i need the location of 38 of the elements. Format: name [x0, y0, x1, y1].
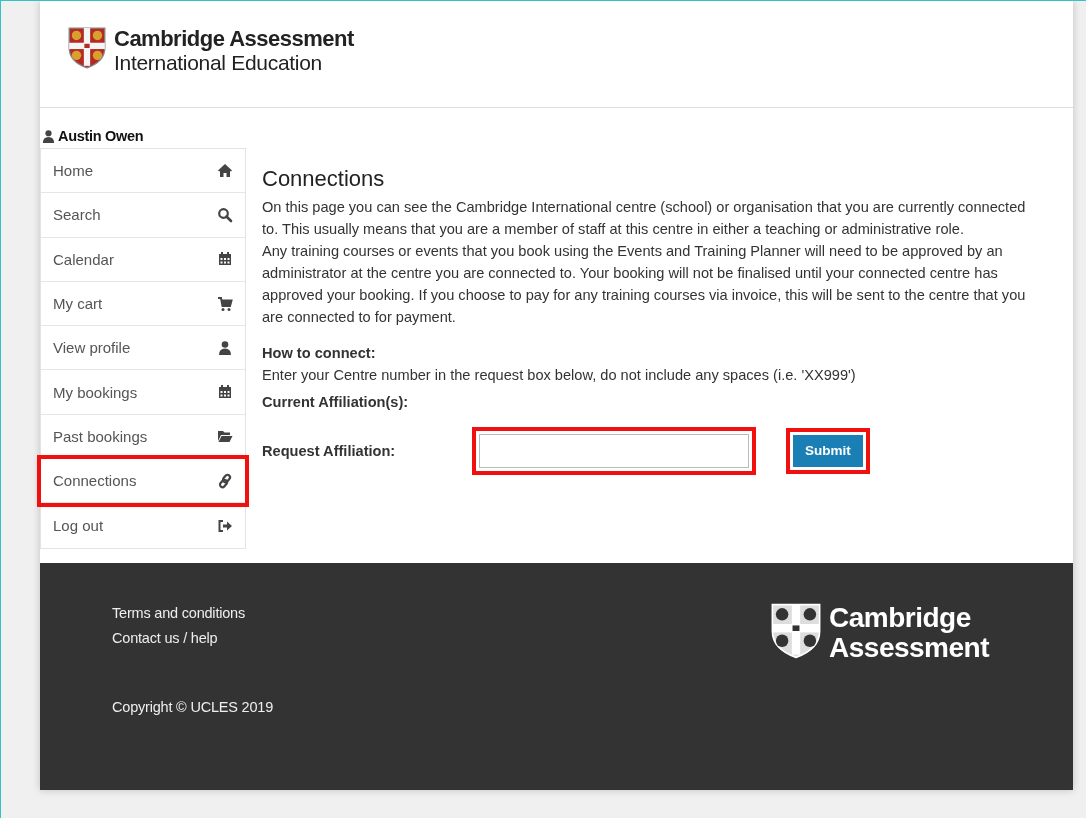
nav-label: Log out: [53, 517, 104, 534]
user-icon: [41, 128, 56, 144]
logout-icon: [217, 517, 233, 534]
section-heading: How to connect:: [262, 344, 377, 363]
logo-subtitle: International Education: [114, 51, 323, 75]
footer-logo-subtitle: Assessment: [829, 632, 989, 663]
crest-icon: [68, 27, 106, 69]
page-title: Connections: [262, 168, 386, 190]
user-icon: [217, 339, 233, 356]
footer-link[interactable]: Contact us / help: [112, 625, 274, 651]
nav-label: Calendar: [53, 250, 114, 268]
nav-label: Search: [53, 206, 101, 224]
current-affiliation-label: Current Affiliation(s):: [262, 393, 410, 412]
nav-label: My cart: [53, 295, 103, 313]
nav-label: My bookings: [53, 383, 138, 401]
calendar-icon: [217, 251, 233, 268]
cart-icon: [217, 295, 233, 312]
copyright: Copyright © UCLES 2019: [112, 697, 274, 717]
submit-button[interactable]: Submit: [786, 428, 870, 474]
home-icon: [217, 162, 233, 179]
crest-icon: [771, 602, 821, 659]
nav-label: View profile: [53, 339, 131, 357]
paragraph: On this page you can see the Cambridge International centre (school) or organisation that you are currently connected to. This usually means that you are a member of staff at this centre in either a teaching or administrative role.: [262, 198, 1027, 239]
instruction-text: Enter your Centre number in the request box below, do not include any spaces (i.e. 'XX999'): [262, 366, 857, 385]
nav-label: Home: [53, 162, 93, 180]
request-field[interactable]: [472, 427, 756, 475]
request-affiliation-label: Request Affiliation:: [262, 442, 397, 461]
search-icon: [217, 206, 233, 223]
calendar-icon: [217, 384, 233, 401]
folder-icon: [217, 428, 233, 445]
logo-title: Cambridge Assessment: [114, 27, 354, 51]
footer-link[interactable]: Terms and conditions: [112, 600, 274, 626]
paragraph: Any training courses or events that you book using the Events and Training Planner will need to be approved by an administrator at the centre you are connected to. Your booking will not be finalised until your connected centre has approved your booking. If you choose to pay for any training courses via invoice, this will be sent to the centre that you are connected to for payment.: [262, 242, 1027, 327]
link-icon: [217, 472, 233, 489]
nav-label: Connections: [53, 472, 137, 490]
footer-logo-title: Cambridge: [829, 602, 972, 633]
user-name: Austin Owen: [58, 128, 144, 144]
nav-label: Past bookings: [53, 427, 148, 445]
